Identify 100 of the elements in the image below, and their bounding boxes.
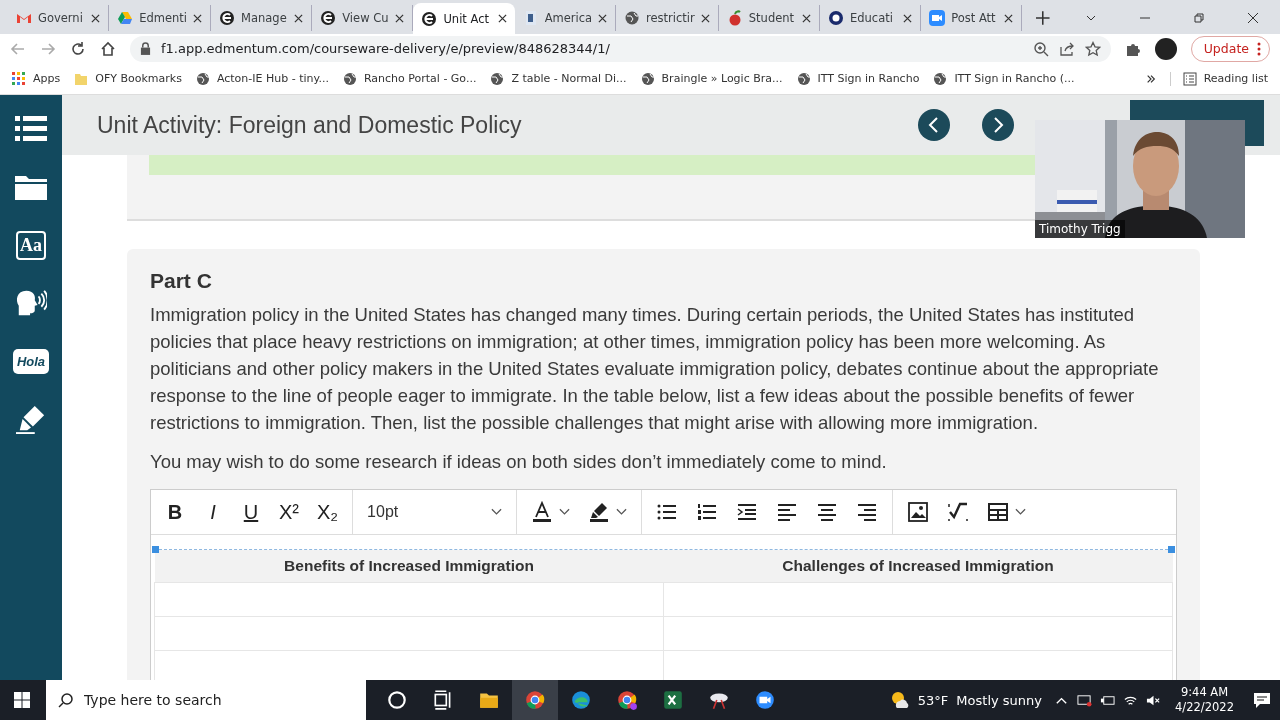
format-button[interactable]: U <box>241 500 261 524</box>
taskbar-search-field[interactable]: Type here to search <box>46 680 366 720</box>
browser-tab[interactable]: Educati <box>820 5 922 31</box>
resize-handle[interactable] <box>1168 546 1175 553</box>
bookmark[interactable]: Rancho Portal - Go... <box>342 71 477 86</box>
weather-text[interactable]: Mostly sunny <box>956 692 1043 708</box>
format-button[interactable]: X₂ <box>317 500 339 524</box>
sun-cloud-icon[interactable] <box>889 690 910 710</box>
text-size-button[interactable]: Aa <box>16 230 46 260</box>
avatar-icon[interactable] <box>1154 37 1177 60</box>
close-icon[interactable] <box>395 13 405 23</box>
address-bar[interactable]: f1.app.edmentum.com/courseware-delivery/e/preview/848628344/1/ <box>130 35 1111 62</box>
bookmark[interactable]: ITT Sign in Rancho (... <box>933 71 1075 86</box>
close-icon[interactable] <box>700 13 710 23</box>
format-button[interactable]: B <box>165 500 185 524</box>
windows-start-icon[interactable] <box>14 692 30 708</box>
monitor-icon[interactable] <box>1077 692 1093 708</box>
highlighter-icon[interactable] <box>588 501 611 523</box>
bookmark[interactable]: ITT Sign in Rancho <box>796 71 920 86</box>
next-button[interactable] <box>982 109 1014 141</box>
caret-icon[interactable] <box>1015 508 1027 516</box>
double-chevron-icon[interactable] <box>1145 73 1156 84</box>
resize-handle[interactable] <box>152 546 159 553</box>
table-cell[interactable] <box>154 616 664 651</box>
part-heading: Part C <box>150 269 213 293</box>
notification-icon[interactable] <box>1252 690 1272 710</box>
clock[interactable]: 9:44 AM 4/22/2022 <box>1175 685 1234 715</box>
browser-tab[interactable]: Edmenti <box>109 5 212 31</box>
temperature[interactable]: 53°F <box>917 692 949 708</box>
home-icon[interactable] <box>100 40 116 57</box>
browser-tab[interactable]: America <box>514 5 617 31</box>
list-icon[interactable] <box>15 114 47 144</box>
restore-icon[interactable] <box>1192 12 1205 24</box>
equation-icon[interactable] <box>947 501 970 523</box>
format-button[interactable]: X² <box>279 500 299 524</box>
translate-button[interactable]: Hola <box>12 348 50 374</box>
close-icon[interactable] <box>802 13 811 23</box>
paragraph: You may wish to do some research if ideas on both sides don’t immediately come to mind. <box>150 450 888 474</box>
bookmark[interactable]: Z table - Normal Di... <box>490 71 627 86</box>
bookmark[interactable]: Acton-IE Hub - tiny... <box>195 71 329 86</box>
globe-icon <box>624 10 641 26</box>
highlighter-icon[interactable] <box>15 404 47 434</box>
align-center-icon[interactable] <box>816 501 839 523</box>
zoom-icon[interactable] <box>1032 40 1049 57</box>
tab-title: View Cu <box>342 11 390 25</box>
update-button[interactable]: Update <box>1190 35 1270 62</box>
e-logo-icon <box>219 10 236 26</box>
table-cell[interactable] <box>663 616 1173 651</box>
close-icon[interactable] <box>91 13 101 23</box>
reload-icon[interactable] <box>70 40 86 57</box>
numbered-list-icon[interactable] <box>696 501 719 523</box>
tab-title: America <box>544 11 593 25</box>
close-icon[interactable] <box>1246 12 1259 24</box>
speaking-head-icon[interactable] <box>15 288 47 318</box>
table-icon[interactable] <box>987 501 1010 523</box>
globe-icon <box>640 71 655 86</box>
text-color-icon[interactable] <box>531 501 554 523</box>
close-icon[interactable] <box>1004 13 1014 23</box>
plus-icon[interactable] <box>1036 11 1050 25</box>
close-icon[interactable] <box>903 13 913 23</box>
bookmark[interactable]: Apps <box>12 71 61 86</box>
browser-tab[interactable]: Governi <box>8 5 110 31</box>
tab-title: Post Att <box>951 11 997 25</box>
previous-button[interactable] <box>918 109 950 141</box>
globe-icon <box>342 71 357 86</box>
align-right-icon[interactable] <box>856 501 879 523</box>
paragraph: Immigration policy in the United States has changed many times. During certain periods, the United States has instituted policies that place heavy restrictions on immigration; at other times, immigration policy has been more welcoming. As politicians and other policy makers in the United States evaluate immigration policy, debates continue about the appropriate response to the line of people eager to immigrate. In the table below, list a few ideas about the possible benefits of fewer restrictions to immigration. Then, list the possible challenges that might arise with allowing more immigration. <box>150 303 1160 435</box>
browser-tab[interactable]: View Cu <box>312 5 414 31</box>
caret-icon[interactable] <box>616 508 628 516</box>
format-button[interactable]: I <box>203 500 223 524</box>
chrome-icon[interactable] <box>512 680 558 720</box>
image-icon[interactable] <box>907 501 930 523</box>
share-icon[interactable] <box>1058 40 1075 57</box>
browser-tab[interactable]: Manage <box>211 5 313 31</box>
font-size-select[interactable]: 10pt <box>353 490 518 534</box>
tab-title: Governi <box>38 11 84 25</box>
browser-tab[interactable]: Post Att <box>921 5 1023 31</box>
triangle-icon <box>117 10 134 26</box>
table-cell[interactable] <box>663 582 1173 617</box>
tab-title: restrictir <box>646 11 695 25</box>
globe-icon <box>796 71 811 86</box>
close-icon[interactable] <box>294 13 304 23</box>
close-icon[interactable] <box>193 13 203 23</box>
more-icon[interactable] <box>1257 41 1261 56</box>
participant-name: Timothy Trigg <box>1035 220 1125 238</box>
align-left-icon[interactable] <box>776 501 799 523</box>
caret-icon <box>491 508 503 516</box>
browser-tab[interactable]: restrictir <box>616 5 719 31</box>
table-cell[interactable] <box>154 582 664 617</box>
reading-list-button[interactable]: Reading list <box>1169 71 1268 86</box>
globe-icon <box>933 71 948 86</box>
indent-icon[interactable] <box>736 501 759 523</box>
star-icon[interactable] <box>1084 40 1101 57</box>
bookmark[interactable]: Braingle » Logic Bra... <box>640 71 783 86</box>
browser-tab[interactable]: Unit Act <box>413 3 515 34</box>
bookmark[interactable]: OFY Bookmarks <box>74 71 182 86</box>
close-icon[interactable] <box>497 14 507 23</box>
close-icon[interactable] <box>598 13 608 23</box>
caret-icon[interactable] <box>559 508 571 516</box>
browser-tab[interactable]: Student <box>718 5 820 31</box>
